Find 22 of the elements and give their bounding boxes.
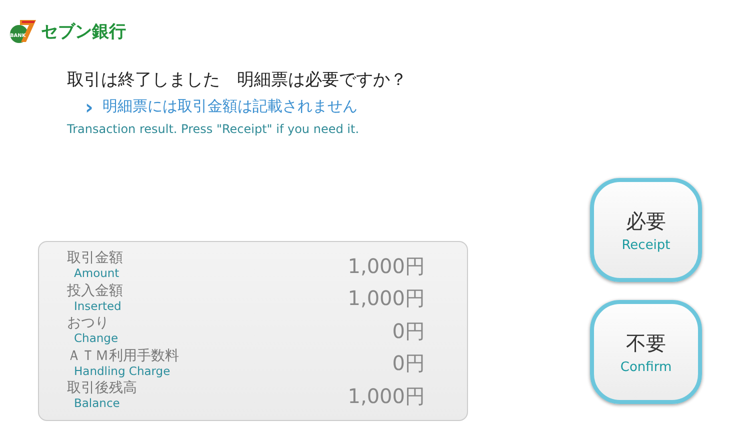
item-label: 投入金額 <box>67 284 123 299</box>
bank-name: セブン銀行 <box>41 20 126 42</box>
item-value: 0円 <box>392 350 425 378</box>
item-label: ＡＴＭ利用手数料 <box>67 348 179 364</box>
item-label: 取引後残高 <box>67 381 137 396</box>
item-sublabel: Handling Charge <box>74 364 172 379</box>
notice-text: 明細票には取引金額は記載されません <box>102 97 358 116</box>
item-sublabel: Amount <box>74 266 120 282</box>
choice-button[interactable]: 必要 Receipt <box>590 178 702 282</box>
item-label: おつり <box>67 316 110 332</box>
item-value: 1,000円 <box>348 252 425 280</box>
item-value: 1,000円 <box>348 382 425 410</box>
chevron-icon: › <box>85 98 94 114</box>
heading: 取引は終了しました 明細票は必要ですか？ <box>67 69 408 91</box>
choice-button[interactable]: 不要 Confirm <box>590 300 702 404</box>
item-sublabel: Inserted <box>74 298 122 314</box>
item-value: 0円 <box>392 318 425 345</box>
item-label: 取引金額 <box>67 251 123 266</box>
instruction-text: Transaction result. Press "Receipt" if you need it. <box>67 122 360 136</box>
item-sublabel: Balance <box>74 396 121 412</box>
item-sublabel: Change <box>74 331 118 346</box>
item-value: 1,000円 <box>348 285 425 312</box>
